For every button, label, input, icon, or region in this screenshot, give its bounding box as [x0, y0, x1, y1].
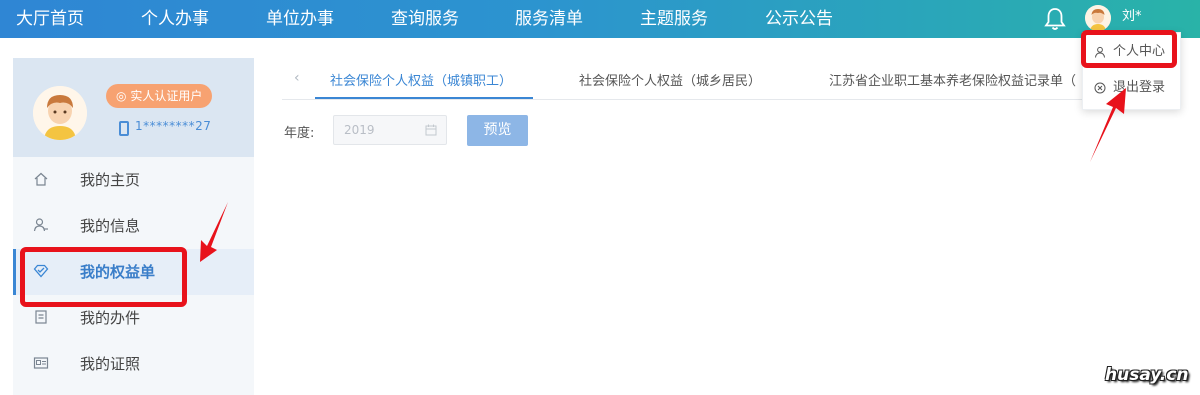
- phone-icon: [119, 121, 129, 136]
- tab-urban-employee[interactable]: 社会保险个人权益（城镇职工）: [330, 70, 512, 89]
- user-avatar[interactable]: [1085, 5, 1111, 31]
- profile-avatar: [33, 86, 87, 140]
- nav-item-query-services[interactable]: 查询服务: [391, 0, 459, 38]
- top-nav-bar: 大厅首页 个人办事 单位办事 查询服务 服务清单 主题服务 公示公告 刘*: [0, 0, 1200, 38]
- nav-item-unit-affairs[interactable]: 单位办事: [266, 0, 334, 38]
- bell-icon[interactable]: [1044, 7, 1066, 31]
- calendar-icon: [425, 124, 437, 136]
- verified-badge-label: 实人认证用户: [130, 89, 203, 103]
- tab-jiangsu-pension-record[interactable]: 江苏省企业职工基本养老保险权益记录单（: [829, 70, 1076, 89]
- verified-icon: ◎: [116, 89, 127, 103]
- sidebar-item-label: 我的信息: [80, 217, 141, 235]
- year-value: 2019: [344, 123, 375, 137]
- year-input[interactable]: 2019: [333, 115, 447, 145]
- annotation-box-my-rights: [20, 247, 187, 307]
- sidebar-item-label: 我的证照: [80, 355, 141, 373]
- annotation-arrow-left: [200, 202, 228, 262]
- active-tab-underline: [315, 97, 533, 99]
- nav-item-service-list[interactable]: 服务清单: [515, 0, 583, 38]
- nav-item-personal-affairs[interactable]: 个人办事: [141, 0, 209, 38]
- tab-urban-rural-resident[interactable]: 社会保险个人权益（城乡居民）: [579, 70, 761, 89]
- documents-icon: [35, 310, 47, 324]
- nav-item-hall-home[interactable]: 大厅首页: [16, 0, 84, 38]
- sidebar-item-label: 我的主页: [80, 171, 141, 189]
- verified-user-badge: ◎ 实人认证用户: [106, 84, 213, 108]
- annotation-arrow-right: [1090, 88, 1126, 162]
- user-info-icon: [33, 218, 48, 232]
- annotation-box-personal-center: [1081, 30, 1177, 68]
- sidebar-item-my-licenses[interactable]: 我的证照: [13, 341, 254, 387]
- profile-card: ◎ 实人认证用户 1********27: [13, 58, 254, 157]
- preview-button[interactable]: 预览: [467, 115, 528, 146]
- tabs-divider: [282, 99, 1092, 100]
- nav-item-announcements[interactable]: 公示公告: [765, 0, 833, 38]
- id-card-icon: [33, 357, 49, 369]
- phone-number: 1********27: [135, 119, 212, 133]
- sidebar-item-home[interactable]: 我的主页: [13, 157, 254, 203]
- watermark: husay.cn: [1105, 365, 1189, 385]
- year-label: 年度:: [284, 126, 315, 141]
- user-name[interactable]: 刘*: [1122, 0, 1142, 34]
- nav-item-theme-services[interactable]: 主题服务: [640, 0, 708, 38]
- home-icon: [34, 172, 48, 186]
- active-indicator: [13, 249, 16, 295]
- tab-scroll-left-icon[interactable]: ‹: [294, 70, 300, 86]
